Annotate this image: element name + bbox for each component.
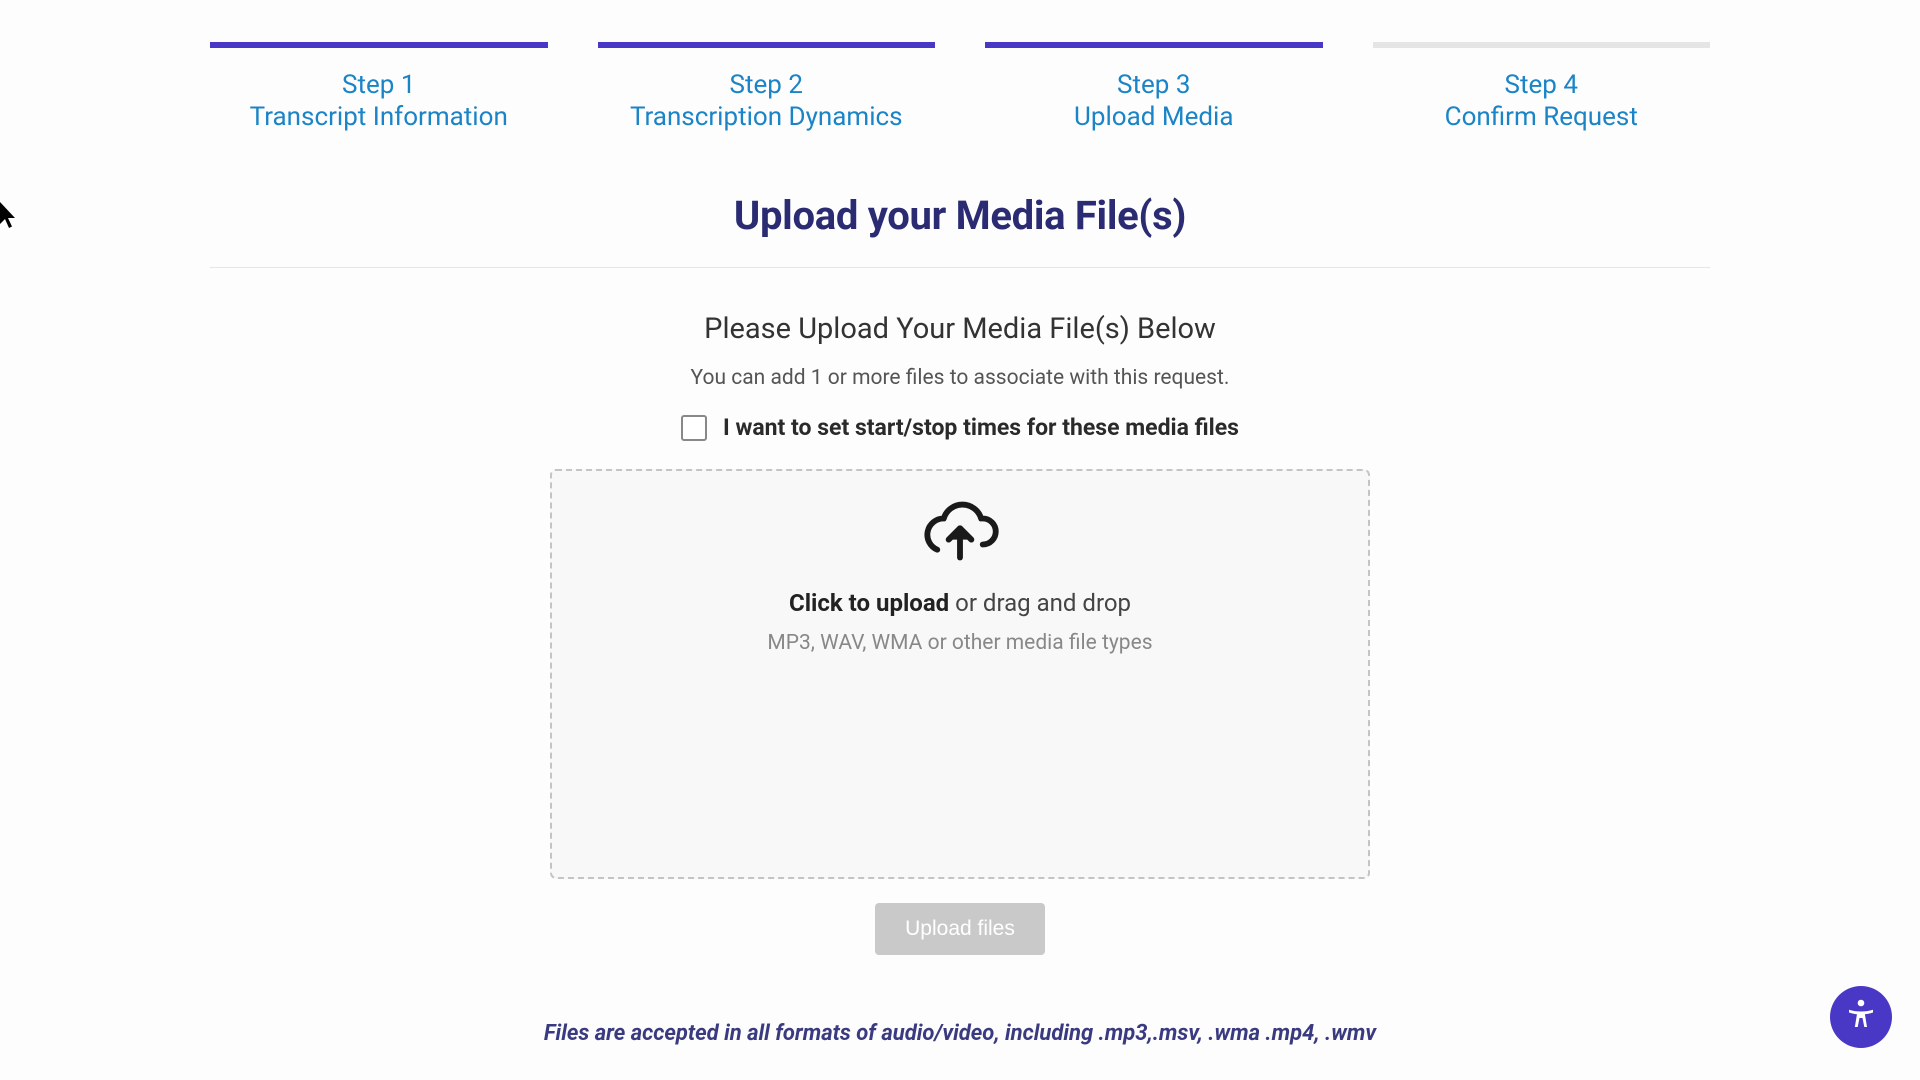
step-number: Step 1 xyxy=(210,70,548,100)
step-number: Step 3 xyxy=(985,70,1323,100)
step-bar xyxy=(598,42,936,48)
step-label: Confirm Request xyxy=(1373,102,1711,132)
accessibility-icon xyxy=(1843,997,1879,1037)
start-stop-checkbox-row: I want to set start/stop times for these… xyxy=(210,414,1710,441)
start-stop-checkbox[interactable] xyxy=(681,415,707,441)
step-label: Transcript Information xyxy=(210,102,548,132)
step-label: Transcription Dynamics xyxy=(598,102,936,132)
step-1[interactable]: Step 1 Transcript Information xyxy=(210,42,548,132)
step-2[interactable]: Step 2 Transcription Dynamics xyxy=(598,42,936,132)
dropzone-bold-text: Click to upload xyxy=(789,589,949,617)
progress-stepper: Step 1 Transcript Information Step 2 Tra… xyxy=(0,0,1920,132)
dropzone-main-text: Click to upload or drag and drop xyxy=(552,589,1368,617)
upload-files-button[interactable]: Upload files xyxy=(875,903,1045,955)
helper-text: You can add 1 or more files to associate… xyxy=(210,366,1710,390)
accessibility-fab[interactable] xyxy=(1830,986,1892,1048)
upload-dropzone[interactable]: Click to upload or drag and drop MP3, WA… xyxy=(550,469,1370,879)
step-label: Upload Media xyxy=(985,102,1323,132)
step-number: Step 2 xyxy=(598,70,936,100)
step-number: Step 4 xyxy=(1373,70,1711,100)
step-bar xyxy=(210,42,548,48)
main-content: Upload your Media File(s) Please Upload … xyxy=(0,132,1920,1046)
accepted-formats-note: Files are accepted in all formats of aud… xyxy=(210,1021,1710,1046)
page-subtitle: Please Upload Your Media File(s) Below xyxy=(210,312,1710,346)
step-3[interactable]: Step 3 Upload Media xyxy=(985,42,1323,132)
step-bar xyxy=(985,42,1323,48)
start-stop-checkbox-label: I want to set start/stop times for these… xyxy=(723,414,1239,441)
step-4[interactable]: Step 4 Confirm Request xyxy=(1373,42,1711,132)
cloud-upload-icon xyxy=(921,499,999,561)
page-title: Upload your Media File(s) xyxy=(210,192,1710,268)
dropzone-rest-text: or drag and drop xyxy=(949,589,1131,617)
dropzone-sub-text: MP3, WAV, WMA or other media file types xyxy=(552,631,1368,655)
step-bar xyxy=(1373,42,1711,48)
